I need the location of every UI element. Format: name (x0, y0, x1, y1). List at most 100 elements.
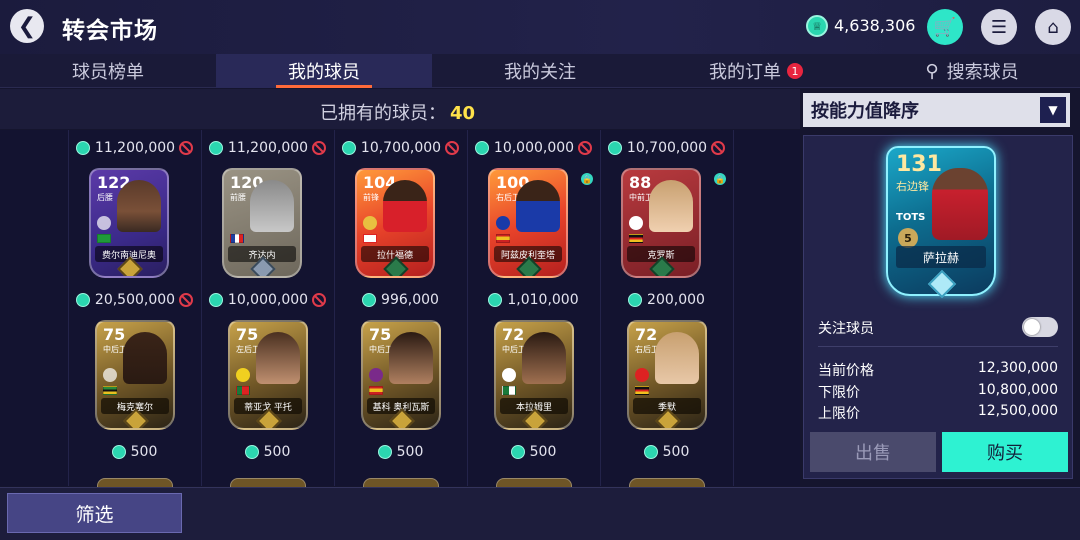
tab-player-rankings[interactable]: 球员榜单 (0, 54, 216, 88)
player-detail-panel: 131 右边锋 TOTS 5 萨拉赫 关注球员 当前价格 12,300,000 … (803, 135, 1073, 479)
price-tag: 10,000,000 (201, 288, 334, 312)
min-price-value: 10,800,000 (977, 382, 1058, 398)
player-portrait (256, 332, 300, 384)
owned-players-count: 已拥有的球员： 40 (320, 103, 476, 124)
coin-icon (208, 293, 223, 307)
price-tag: 500 (68, 440, 201, 464)
club-badge-icon (629, 216, 643, 230)
filter-button[interactable]: 筛选 (7, 493, 182, 533)
not-tradable-icon (312, 141, 327, 155)
player-portrait (932, 168, 988, 240)
not-tradable-icon (578, 141, 593, 155)
coin-icon (474, 141, 489, 155)
flag-icon (363, 234, 377, 243)
chevron-down-icon: ▼ (1040, 97, 1066, 123)
max-price-value: 12,500,000 (977, 403, 1058, 419)
price-tag: 10,000,000 (467, 136, 600, 160)
price-tag: 11,200,000 (68, 136, 201, 160)
player-portrait (522, 332, 566, 384)
price-tag: 996,000 (334, 288, 467, 312)
price-tag: 500 (334, 440, 467, 464)
not-tradable-icon (179, 293, 194, 307)
level-badge: 5 (898, 228, 918, 248)
sort-dropdown[interactable]: 按能力值降序 ▼ (803, 93, 1070, 127)
price-tag: 500 (201, 440, 334, 464)
player-card[interactable]: 100 右后卫 阿兹皮利奎塔 (488, 168, 568, 278)
min-price-label: 下限价 (818, 385, 860, 401)
featured-player-card[interactable]: 131 右边锋 TOTS 5 萨拉赫 (886, 146, 996, 299)
rank-gem-icon (927, 269, 957, 299)
tab-bar: 球员榜单 我的球员 我的关注 我的订单 1 ⚲ 搜索球员 (0, 54, 1080, 88)
follow-label: 关注球员 (818, 321, 874, 337)
tab-my-orders[interactable]: 我的订单 1 (648, 54, 864, 88)
player-portrait (655, 332, 699, 384)
player-card[interactable]: 75 左后卫 蒂亚戈 平托 (228, 320, 308, 430)
price-tag: 500 (600, 440, 733, 464)
coin-balance: 4,638,306 (834, 16, 916, 35)
price-tag: 10,700,000 (334, 136, 467, 160)
tab-search-players[interactable]: ⚲ 搜索球员 (864, 54, 1080, 88)
player-card[interactable]: 75 中后卫 梅克塞尔 (95, 320, 175, 430)
player-card[interactable]: 120 前腰 齐达内 (222, 168, 302, 278)
follow-toggle[interactable] (1022, 317, 1058, 337)
player-grid: 11,200,000 11,200,000 10,700,000 10,000,… (0, 130, 800, 486)
coin-icon (208, 141, 223, 155)
player-card[interactable]: 104 前锋 拉什福德 🔒 (355, 168, 435, 278)
home-icon: ⌂ (1047, 16, 1059, 38)
club-badge-icon (635, 368, 649, 382)
current-price-label: 当前价格 (818, 363, 874, 379)
page-title: 转会市场 (62, 18, 158, 44)
lock-icon: 🔒 (581, 173, 593, 185)
coin-icon (341, 141, 356, 155)
club-badge-icon (502, 368, 516, 382)
coin-icon (111, 445, 126, 459)
player-card[interactable]: 122 后腰 费尔南迪尼奥 (89, 168, 169, 278)
not-tradable-icon (711, 141, 726, 155)
player-portrait (117, 180, 161, 232)
player-card[interactable]: 72 右后卫 季默 (627, 320, 707, 430)
price-tag: 200,000 (600, 288, 733, 312)
sell-button[interactable]: 出售 (810, 432, 936, 472)
flag-icon (635, 386, 649, 395)
cart-button[interactable]: 🛒 (927, 9, 963, 45)
price-tag: 11,200,000 (201, 136, 334, 160)
player-card[interactable]: 88 中前卫 克罗斯 (621, 168, 701, 278)
flag-icon (369, 386, 383, 395)
coin-icon (362, 293, 377, 307)
flag-icon (629, 234, 643, 243)
player-portrait (123, 332, 167, 384)
menu-button[interactable]: ☰ (981, 9, 1017, 45)
club-badge-icon (97, 216, 111, 230)
club-badge-icon (496, 216, 510, 230)
not-tradable-icon (445, 141, 460, 155)
price-tag: 1,010,000 (467, 288, 600, 312)
flag-icon (236, 386, 250, 395)
top-bar (0, 0, 1080, 54)
not-tradable-icon (179, 141, 194, 155)
player-card[interactable]: 72 中后卫 本拉姆里 (494, 320, 574, 430)
coin-icon (377, 445, 392, 459)
coin-icon: ♕ (806, 15, 828, 37)
lock-icon: 🔒 (714, 173, 726, 185)
buy-button[interactable]: 购买 (942, 432, 1068, 472)
search-icon: ⚲ (925, 60, 939, 82)
player-portrait (649, 180, 693, 232)
club-badge-icon (369, 368, 383, 382)
home-button[interactable]: ⌂ (1035, 9, 1071, 45)
tab-my-follows[interactable]: 我的关注 (432, 54, 648, 88)
coin-icon (488, 293, 503, 307)
notification-badge: 1 (787, 63, 803, 79)
not-tradable-icon (312, 293, 327, 307)
coin-icon (643, 445, 658, 459)
flag-icon (496, 234, 510, 243)
coin-icon (628, 293, 643, 307)
tab-my-players[interactable]: 我的球员 (216, 54, 432, 88)
coin-icon (75, 141, 90, 155)
current-price-value: 12,300,000 (977, 360, 1058, 376)
player-card[interactable]: 75 中后卫 基科 奥利瓦斯 (361, 320, 441, 430)
divider (818, 346, 1058, 347)
menu-icon: ☰ (990, 16, 1008, 38)
back-button[interactable]: ❮ (10, 9, 44, 43)
max-price-label: 上限价 (818, 406, 860, 422)
price-tag: 10,700,000 (600, 136, 733, 160)
